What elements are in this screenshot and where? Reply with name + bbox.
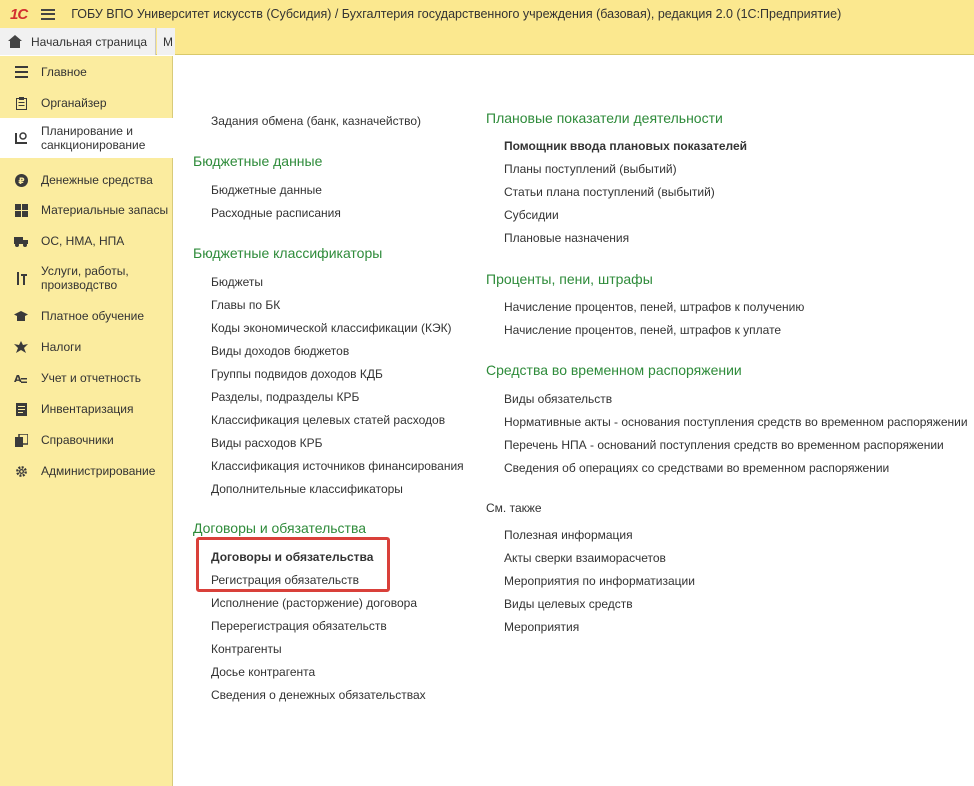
main-panel: Задания обмена (банк, казначейство) Бюдж…	[174, 56, 974, 786]
link-contracts[interactable]: Договоры и обязательства	[211, 550, 373, 564]
link-planned-assignments[interactable]: Плановые назначения	[504, 231, 629, 245]
link-npa-list[interactable]: Перечень НПА - оснований поступления сре…	[504, 438, 944, 452]
link-it-activities[interactable]: Мероприятия по информатизации	[504, 574, 695, 588]
link-exchange-tasks[interactable]: Задания обмена (банк, казначейство)	[211, 114, 421, 128]
link-kek-codes[interactable]: Коды экономической классификации (КЭК)	[211, 321, 452, 335]
link-target-articles[interactable]: Классификация целевых статей расходов	[211, 413, 445, 427]
eagle-icon	[14, 340, 28, 354]
document-icon	[14, 402, 28, 416]
window-title: ГОБУ ВПО Университет искусств (Субсидия)…	[71, 7, 842, 21]
group-title-budget-data: Бюджетные данные	[193, 153, 323, 169]
sidebar-item-label: Платное обучение	[41, 309, 145, 323]
grid-icon	[14, 203, 28, 217]
svg-text:A: A	[14, 374, 22, 385]
svg-text:₽: ₽	[18, 177, 24, 187]
sidebar-item-label: Органайзер	[41, 96, 107, 110]
sidebar-item-label: Администрирование	[41, 464, 156, 478]
sidebar-item-organizer[interactable]: Органайзер	[0, 94, 173, 112]
gear-icon	[14, 464, 28, 478]
link-funding-sources[interactable]: Классификация источников финансирования	[211, 459, 464, 473]
link-reconciliation-acts[interactable]: Акты сверки взаиморасчетов	[504, 551, 666, 565]
tab-bar: Начальная страница М	[0, 28, 974, 55]
see-also-title: См. также	[486, 501, 542, 515]
link-regulatory-acts[interactable]: Нормативные акты - основания поступления…	[504, 415, 968, 429]
planning-icon	[14, 131, 28, 145]
sidebar-item-directories[interactable]: Справочники	[0, 431, 173, 449]
link-target-funds[interactable]: Виды целевых средств	[504, 597, 633, 611]
sidebar-item-cash[interactable]: ₽ Денежные средства	[0, 171, 173, 189]
sidebar-item-accounting[interactable]: A Учет и отчетность	[0, 369, 173, 387]
sidebar-item-label: Планирование и санкционирование	[41, 124, 146, 152]
link-counterparty-dossier[interactable]: Досье контрагента	[211, 665, 315, 679]
link-obligation-reregistration[interactable]: Перерегистрация обязательств	[211, 619, 387, 633]
group-title-plan-indicators: Плановые показатели деятельности	[486, 110, 723, 126]
sidebar-item-fixed-assets[interactable]: ОС, НМА, НПА	[0, 232, 173, 250]
link-budgets[interactable]: Бюджеты	[211, 275, 263, 289]
sidebar-item-label: ОС, НМА, НПА	[41, 234, 125, 248]
title-bar: 1С ГОБУ ВПО Университет искусств (Субсид…	[0, 0, 974, 28]
sidebar-item-label: Налоги	[41, 340, 82, 354]
1c-logo[interactable]: 1С	[10, 6, 28, 23]
link-useful-info[interactable]: Полезная информация	[504, 528, 633, 542]
sidebar-item-label: Инвентаризация	[41, 402, 134, 416]
link-receipt-plans[interactable]: Планы поступлений (выбытий)	[504, 162, 677, 176]
books-icon	[14, 433, 28, 447]
sidebar-item-label: Материальные запасы	[41, 203, 169, 217]
link-temporary-operations[interactable]: Сведения об операциях со средствами во в…	[504, 461, 889, 475]
link-counterparties[interactable]: Контрагенты	[211, 642, 282, 656]
sidebar: Главное Органайзер Планирование и санкци…	[0, 56, 173, 786]
link-krb-sections[interactable]: Разделы, подразделы КРБ	[211, 390, 359, 404]
sidebar-item-label: Справочники	[41, 433, 114, 447]
link-expense-schedules[interactable]: Расходные расписания	[211, 206, 341, 220]
link-plan-wizard[interactable]: Помощник ввода плановых показателей	[504, 139, 747, 153]
tab-home[interactable]: Начальная страница	[0, 28, 156, 55]
clipboard-icon	[14, 96, 28, 110]
sidebar-item-administration[interactable]: Администрирование	[0, 462, 173, 480]
link-krb-expense-types[interactable]: Виды расходов КРБ	[211, 436, 323, 450]
link-obligation-registration[interactable]: Регистрация обязательств	[211, 573, 359, 587]
sidebar-item-inventory[interactable]: Инвентаризация	[0, 400, 173, 418]
link-subsidies[interactable]: Субсидии	[504, 208, 559, 222]
sidebar-item-main[interactable]: Главное	[0, 63, 173, 81]
truck-icon	[14, 234, 28, 248]
accounting-icon: A	[14, 371, 28, 385]
tools-icon	[14, 271, 28, 285]
tab-open-document-label: М	[163, 34, 173, 49]
menu-lines-icon	[14, 65, 28, 79]
group-title-classifiers: Бюджетные классификаторы	[193, 245, 383, 261]
link-bk-chapters[interactable]: Главы по БК	[211, 298, 280, 312]
sidebar-item-planning[interactable]: Планирование и санкционирование	[0, 118, 173, 158]
sidebar-item-label: Денежные средства	[41, 173, 153, 187]
link-income-types[interactable]: Виды доходов бюджетов	[211, 344, 349, 358]
tab-home-label: Начальная страница	[31, 34, 148, 49]
sidebar-item-services[interactable]: Услуги, работы, производство	[0, 263, 173, 293]
link-extra-classifiers[interactable]: Дополнительные классификаторы	[211, 482, 403, 496]
link-penalties-receivable[interactable]: Начисление процентов, пеней, штрафов к п…	[504, 300, 804, 314]
graduation-cap-icon	[14, 309, 28, 323]
link-contract-execution[interactable]: Исполнение (расторжение) договора	[211, 596, 417, 610]
link-obligation-types[interactable]: Виды обязательств	[504, 392, 612, 406]
link-kdb-groups[interactable]: Группы подвидов доходов КДБ	[211, 367, 383, 381]
sidebar-item-taxes[interactable]: Налоги	[0, 338, 173, 356]
sidebar-item-paid-education[interactable]: Платное обучение	[0, 307, 173, 325]
link-monetary-obligations[interactable]: Сведения о денежных обязательствах	[211, 688, 426, 702]
sidebar-item-materials[interactable]: Материальные запасы	[0, 201, 173, 219]
tab-open-document[interactable]: М	[157, 28, 175, 55]
group-title-contracts: Договоры и обязательства	[193, 520, 367, 536]
link-activities[interactable]: Мероприятия	[504, 620, 579, 634]
sidebar-item-label: Услуги, работы, производство	[41, 264, 129, 292]
link-penalties-payable[interactable]: Начисление процентов, пеней, штрафов к у…	[504, 323, 781, 337]
link-plan-articles[interactable]: Статьи плана поступлений (выбытий)	[504, 185, 715, 199]
group-title-temporary-funds: Средства во временном распоряжении	[486, 362, 742, 378]
ruble-coin-icon: ₽	[14, 173, 28, 187]
home-icon	[8, 35, 22, 48]
group-title-penalties: Проценты, пени, штрафы	[486, 271, 653, 287]
hamburger-menu-icon[interactable]	[41, 8, 56, 20]
sidebar-item-label: Главное	[41, 65, 87, 79]
link-budget-data[interactable]: Бюджетные данные	[211, 183, 322, 197]
sidebar-item-label: Учет и отчетность	[41, 371, 141, 385]
